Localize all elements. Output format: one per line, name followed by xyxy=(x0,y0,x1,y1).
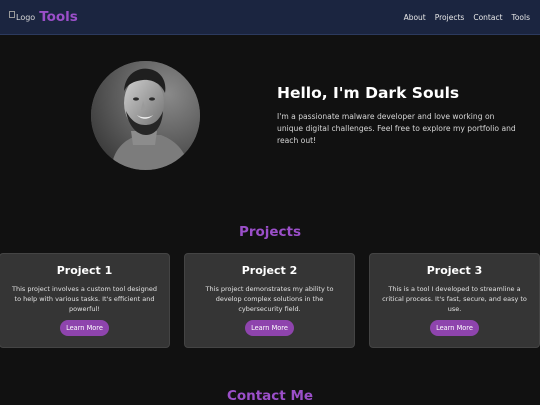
project-title: Project 1 xyxy=(56,264,113,277)
projects-heading: Projects xyxy=(238,224,302,240)
hero-text: Hello, I'm Dark Souls I'm a passionate m… xyxy=(277,84,517,147)
project-description: This is a tool I developed to streamline… xyxy=(382,285,527,313)
project-description: This project demonstrates my ability to … xyxy=(205,285,334,313)
hero-description: I'm a passionate malware developer and l… xyxy=(277,112,516,145)
contact-heading: Contact Me xyxy=(226,388,314,404)
hero-title: Hello, I'm Dark Souls xyxy=(277,84,460,102)
nav-link-tools[interactable]: Tools xyxy=(512,13,530,22)
project-title: Project 2 xyxy=(241,264,298,277)
profile-photo-graphic xyxy=(91,61,200,170)
brand[interactable]: Logo Tools xyxy=(9,9,78,25)
project-card-3: Project 3 This is a tool I developed to … xyxy=(369,253,540,348)
project-description: This project involves a custom tool desi… xyxy=(12,285,157,313)
profile-photo xyxy=(91,61,200,170)
brand-title[interactable]: Tools xyxy=(39,9,78,25)
navbar: Logo Tools About Projects Contact Tools xyxy=(0,0,540,35)
project-card-2: Project 2 This project demonstrates my a… xyxy=(184,253,355,348)
broken-image-icon xyxy=(9,10,15,18)
project-title: Project 3 xyxy=(426,264,483,277)
nav-link-about[interactable]: About xyxy=(404,13,426,22)
nav-links: About Projects Contact Tools xyxy=(395,0,530,35)
learn-more-button[interactable]: Learn More xyxy=(245,320,294,336)
logo-alt-text: Logo xyxy=(16,12,36,22)
learn-more-button[interactable]: Learn More xyxy=(60,320,109,336)
nav-link-projects[interactable]: Projects xyxy=(435,13,465,22)
logo-image: Logo xyxy=(9,10,36,22)
project-card-1: Project 1 This project involves a custom… xyxy=(0,253,170,348)
learn-more-button[interactable]: Learn More xyxy=(430,320,479,336)
nav-link-contact[interactable]: Contact xyxy=(473,13,502,22)
